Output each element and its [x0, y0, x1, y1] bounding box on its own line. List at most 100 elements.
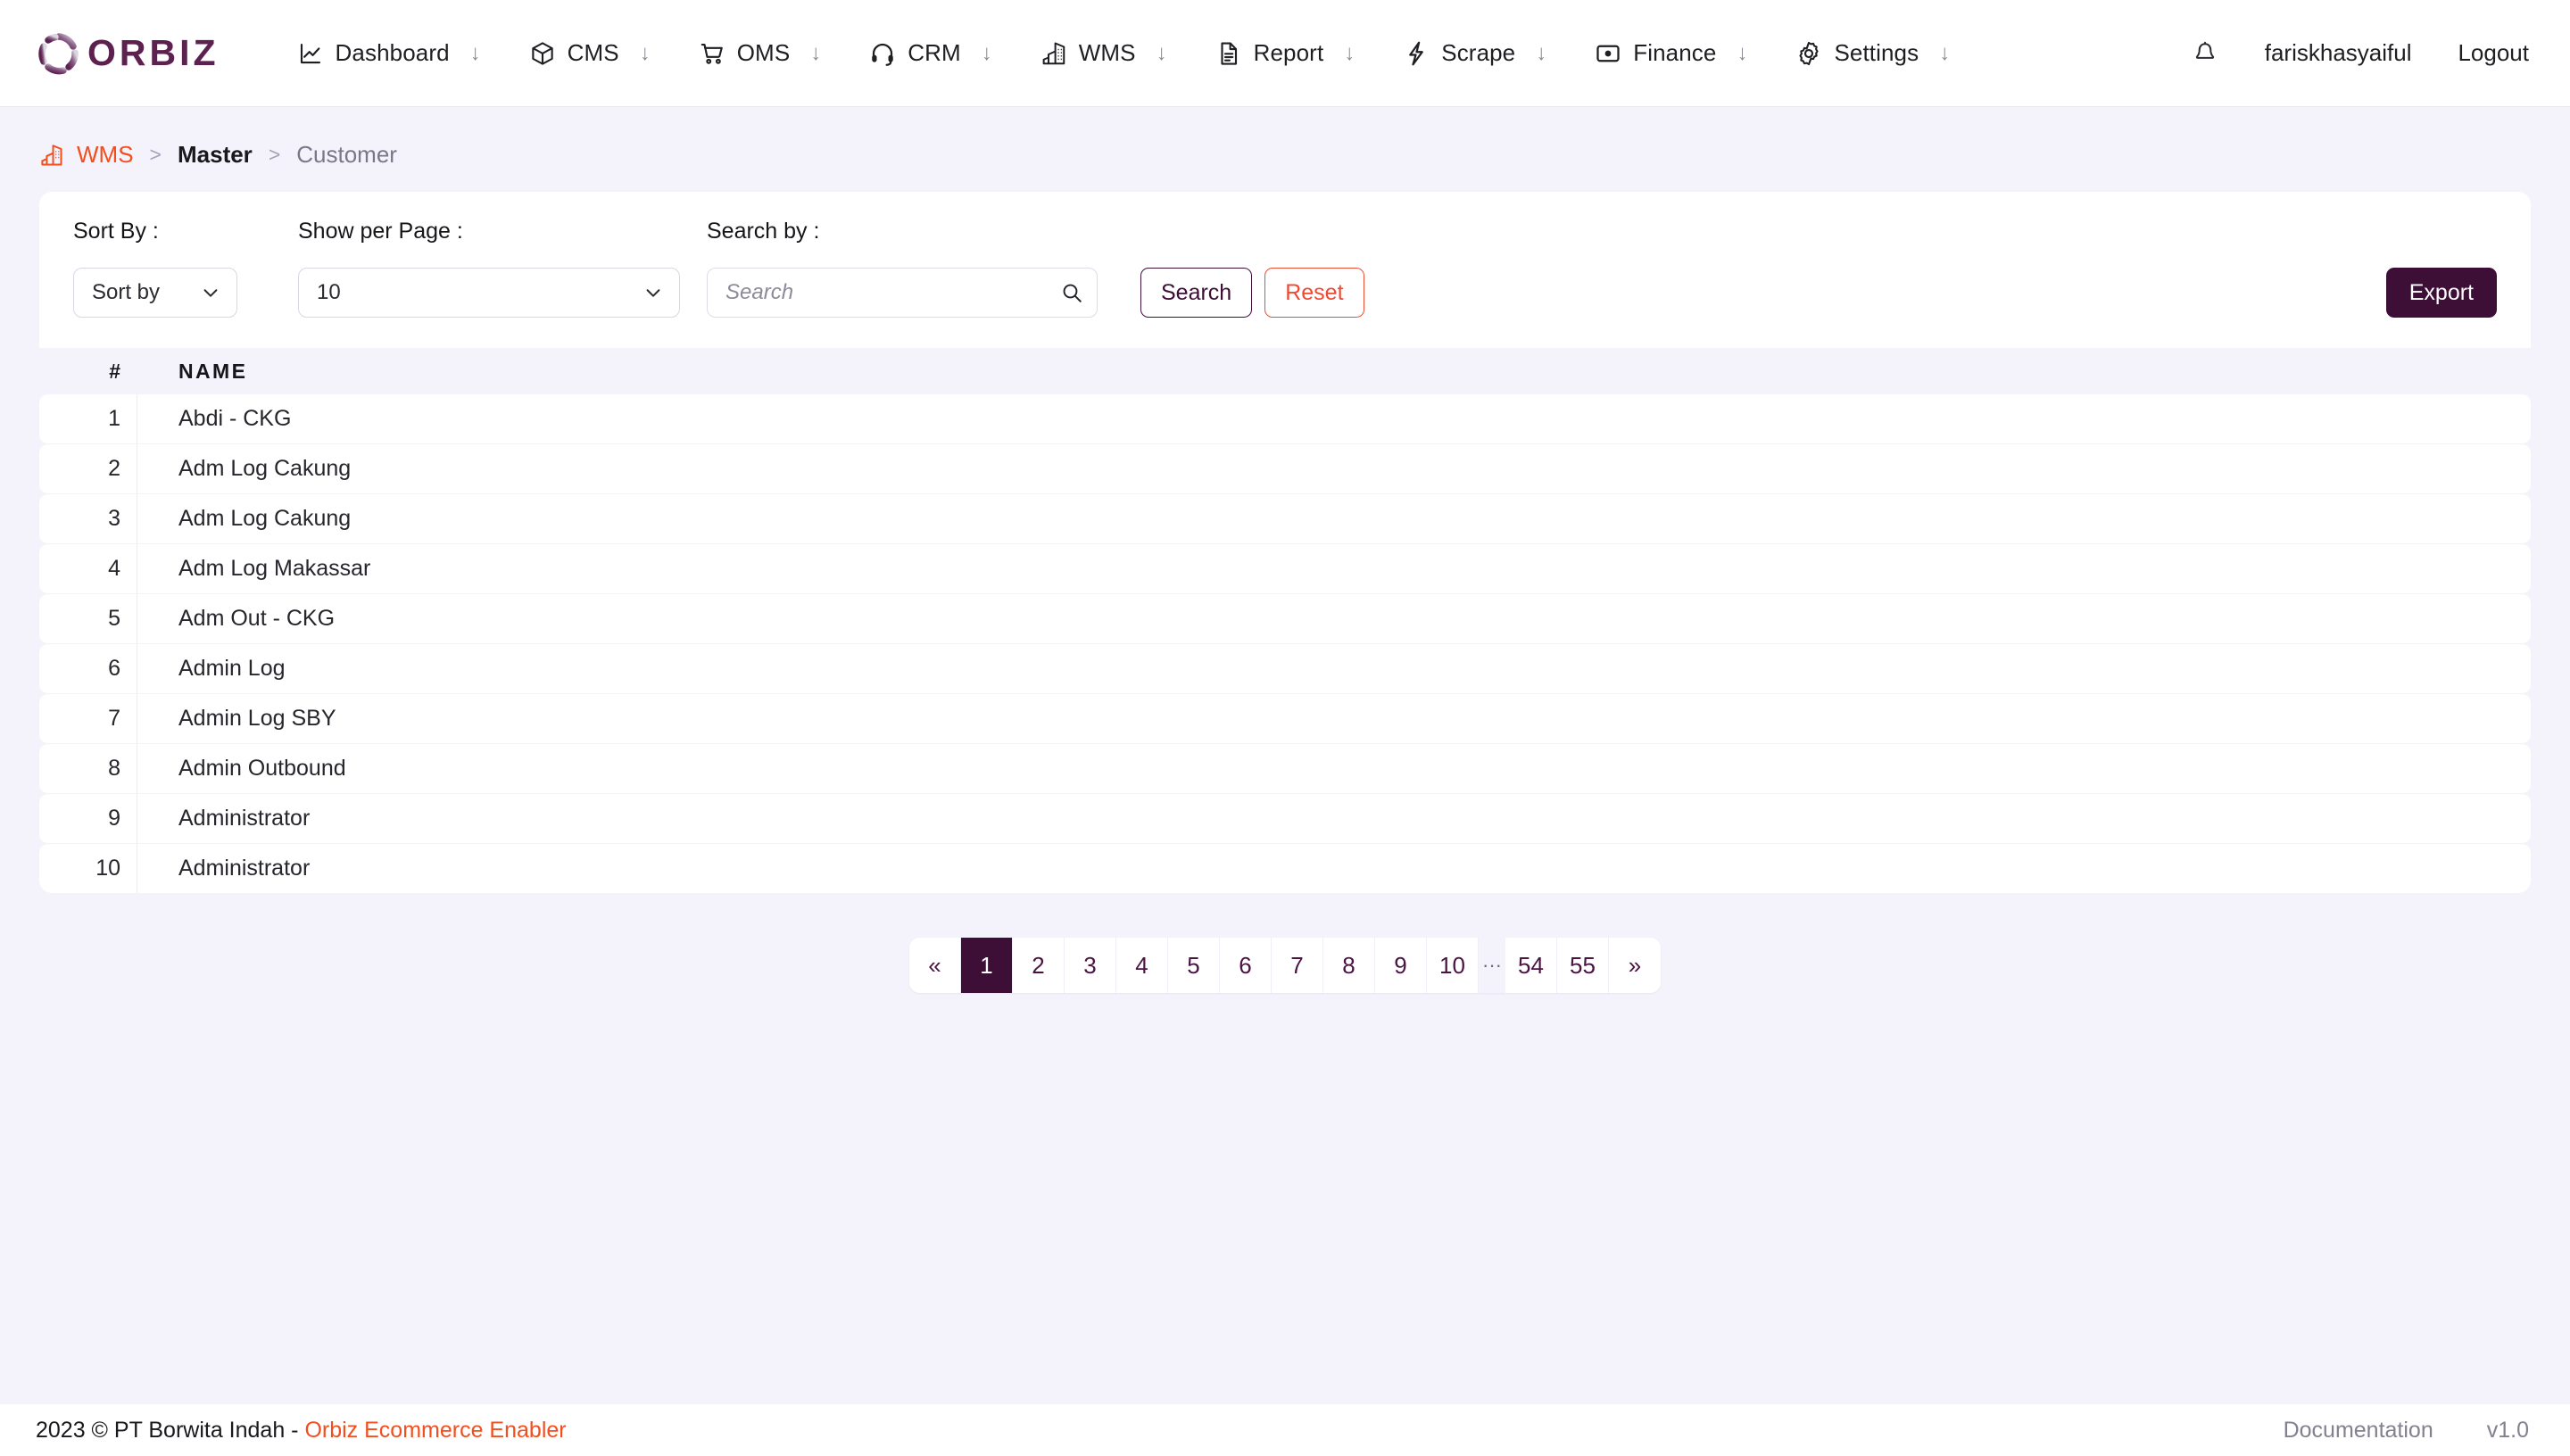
nav-item-cms[interactable]: CMS ↓	[505, 39, 675, 67]
nav-label: Finance	[1633, 39, 1717, 66]
cell-index: 1	[39, 394, 137, 443]
nav-item-scrape[interactable]: Scrape ↓	[1379, 39, 1571, 67]
notifications-button[interactable]	[2179, 40, 2238, 67]
filter-toolbar: Sort By : Sort by Show per Page : 10 Sea…	[39, 192, 2531, 348]
cell-index: 3	[39, 494, 137, 543]
cell-name: Admin Log SBY	[178, 706, 336, 731]
cell-name: Admin Outbound	[178, 756, 346, 781]
table-row[interactable]: 4 Adm Log Makassar	[39, 544, 2531, 593]
sort-by-value: Sort by	[92, 280, 161, 304]
table-row[interactable]: 10 Administrator	[39, 844, 2531, 893]
show-per-page-select[interactable]: 10	[298, 268, 680, 318]
export-button[interactable]: Export	[2385, 268, 2497, 318]
chevron-down-icon: ↓	[1344, 40, 1355, 65]
chevron-down-icon: ↓	[1939, 40, 1951, 65]
pagination-ellipsis: ···	[1479, 938, 1505, 993]
lightning-bolt-icon	[1409, 41, 1424, 65]
nav-label: Dashboard	[335, 39, 450, 66]
table-row[interactable]: 3 Adm Log Cakung	[39, 494, 2531, 543]
pagination-page-55[interactable]: 55	[1556, 938, 1609, 993]
show-per-page-label: Show per Page :	[298, 219, 463, 244]
chevron-down-icon: ↓	[469, 40, 481, 65]
nav-item-list: Dashboard ↓ CMS ↓ OMS ↓ CRM ↓ WMS ↓ Repo…	[273, 39, 2179, 67]
nav-item-dashboard[interactable]: Dashboard ↓	[273, 39, 505, 67]
cell-name: Administrator	[178, 806, 311, 831]
pagination: «1 2 3 4 5 6 7 8 9 10 ··· 54 55»	[909, 938, 1661, 993]
orbiz-ring-logo-icon	[38, 32, 79, 74]
table-row[interactable]: 2 Adm Log Cakung	[39, 444, 2531, 493]
search-by-label: Search by :	[707, 219, 820, 244]
chevron-down-icon: ↓	[1536, 40, 1547, 65]
table-header-row: # NAME	[39, 348, 2531, 394]
cell-index: 10	[39, 844, 137, 893]
pagination-page-10[interactable]: 10	[1427, 938, 1479, 993]
breadcrumb: WMS > Master > Customer	[0, 107, 2570, 192]
search-by-group: Search by : Search Reset	[707, 219, 1364, 318]
nav-item-settings[interactable]: Settings ↓	[1771, 39, 1974, 67]
pagination-page-3[interactable]: 3	[1065, 938, 1116, 993]
table-row[interactable]: 6 Admin Log	[39, 644, 2531, 693]
pagination-page-54[interactable]: 54	[1505, 938, 1557, 993]
sort-by-select[interactable]: Sort by	[73, 268, 237, 318]
breadcrumb-item-wms[interactable]: WMS	[77, 141, 134, 169]
nav-item-report[interactable]: Report ↓	[1191, 39, 1380, 67]
cell-name: Adm Log Cakung	[178, 506, 352, 531]
table-row[interactable]: 5 Adm Out - CKG	[39, 594, 2531, 643]
brand-name: ORBIZ	[87, 32, 220, 73]
cell-index: 4	[39, 544, 137, 593]
chevron-down-icon: ↓	[981, 40, 992, 65]
table-row[interactable]: 7 Admin Log SBY	[39, 694, 2531, 743]
pagination-page-2[interactable]: 2	[1013, 938, 1065, 993]
show-per-page-value: 10	[317, 280, 341, 304]
nav-item-finance[interactable]: Finance ↓	[1571, 39, 1771, 67]
nav-item-wms[interactable]: WMS ↓	[1016, 39, 1191, 67]
chart-line-icon	[300, 43, 320, 63]
pagination-page-8[interactable]: 8	[1323, 938, 1375, 993]
pagination-next-button[interactable]: »	[1608, 938, 1661, 993]
table-row[interactable]: 9 Administrator	[39, 794, 2531, 843]
table-body: 1 Abdi - CKG 2 Adm Log Cakung 3 Adm Log Cakun…	[39, 394, 2531, 893]
nav-item-crm[interactable]: CRM ↓	[845, 39, 1016, 67]
footer-right-links: Documentation v1.0	[2284, 1418, 2529, 1444]
table-row[interactable]: 1 Abdi - CKG	[39, 394, 2531, 443]
magnifier-icon[interactable]	[1060, 281, 1083, 304]
reset-button[interactable]: Reset	[1264, 268, 1364, 318]
nav-label: Report	[1253, 39, 1324, 66]
cell-index: 9	[39, 794, 137, 843]
pagination-page-4[interactable]: 4	[1116, 938, 1168, 993]
pagination-page-7[interactable]: 7	[1272, 938, 1323, 993]
nav-label: CMS	[567, 39, 619, 66]
logout-button[interactable]: Logout	[2438, 39, 2529, 67]
footer-brand-link[interactable]: Orbiz Ecommerce Enabler	[304, 1418, 566, 1443]
pagination-page-6[interactable]: 6	[1220, 938, 1272, 993]
nav-right-cluster: fariskhasyaiful Logout	[2179, 39, 2529, 67]
nav-item-oms[interactable]: OMS ↓	[675, 39, 846, 67]
chevron-down-icon: ↓	[1737, 40, 1748, 65]
breadcrumb-item-master[interactable]: Master	[178, 141, 253, 169]
cell-name: Adm Out - CKG	[178, 606, 336, 631]
footer-copyright: 2023 © PT Borwita Indah - Orbiz Ecommerc…	[36, 1418, 567, 1444]
pagination-page-5[interactable]: 5	[1168, 938, 1220, 993]
cell-name: Abdi - CKG	[178, 406, 292, 431]
sort-by-label: Sort By :	[73, 219, 159, 244]
chevron-down-icon: ↓	[810, 40, 822, 65]
customer-table: # NAME 1 Abdi - CKG 2 Adm Log Cakung 3 Adm Lo…	[39, 348, 2531, 895]
gear-icon	[1799, 41, 1820, 65]
cell-index: 5	[39, 594, 137, 643]
cell-name: Adm Log Cakung	[178, 456, 352, 481]
search-input[interactable]	[707, 268, 1098, 318]
pagination-page-9[interactable]: 9	[1375, 938, 1427, 993]
search-field-wrapper	[707, 268, 1098, 318]
search-button[interactable]: Search	[1140, 268, 1253, 318]
pagination-page-1[interactable]: 1	[961, 938, 1013, 993]
cell-index: 2	[39, 444, 137, 493]
table-row[interactable]: 8 Admin Outbound	[39, 744, 2531, 793]
brand-logo[interactable]: ORBIZ	[36, 30, 220, 77]
documentation-link[interactable]: Documentation	[2284, 1418, 2433, 1444]
pagination-prev-button[interactable]: «	[909, 938, 961, 993]
card-icon	[1596, 45, 1620, 62]
nav-label: Settings	[1834, 39, 1919, 66]
user-account-name[interactable]: fariskhasyaiful	[2238, 39, 2439, 67]
page-footer: 2023 © PT Borwita Indah - Orbiz Ecommerc…	[0, 1404, 2570, 1456]
cell-name: Administrator	[178, 856, 311, 881]
